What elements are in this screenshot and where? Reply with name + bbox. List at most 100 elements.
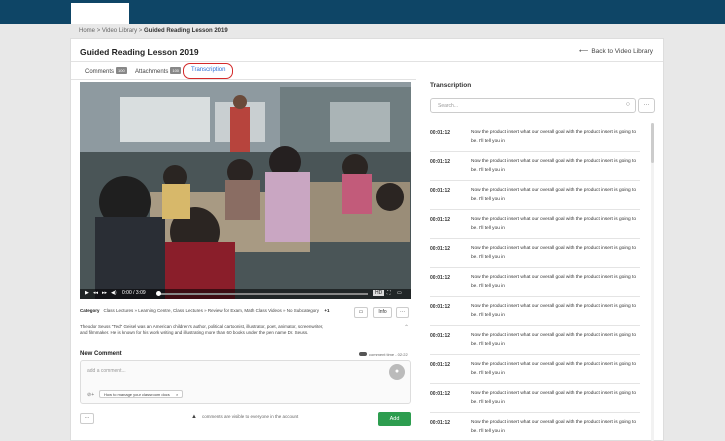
transcription-heading: Transcription — [430, 82, 472, 89]
breadcrumb: Home > Video Library > Guided Reading Le… — [79, 28, 228, 34]
attachment-chip[interactable]: How to manage your classroom docs × — [99, 390, 184, 398]
fullscreen-icon[interactable]: ⛶ — [387, 290, 391, 296]
transcript-time: 00:01:12 — [430, 304, 451, 310]
transcript-time: 00:01:12 — [430, 333, 451, 339]
transcript-text: Now the product insert what our overall … — [471, 420, 637, 434]
close-icon[interactable]: × — [176, 392, 178, 397]
transcript-text: Now the product insert what our overall … — [471, 362, 637, 376]
forward-icon[interactable]: ▸▸ — [102, 290, 107, 296]
play-icon[interactable]: ▶ — [85, 290, 89, 296]
tab-attachments-count: 100 — [170, 67, 182, 74]
settings-icon[interactable]: ▭ — [397, 290, 402, 296]
transcript-search-input[interactable]: Search... ○ — [430, 98, 636, 113]
add-comment-button[interactable]: Add — [378, 412, 411, 426]
transcript-row[interactable]: 00:01:12 Now the product insert what our … — [430, 239, 640, 268]
tab-comments[interactable]: Comments 100 — [80, 63, 132, 79]
scrollbar-thumb[interactable] — [651, 123, 654, 163]
transcript-text: Now the product insert what our overall … — [471, 275, 637, 289]
tab-comments-label: Comments — [85, 69, 115, 75]
category-line: Category Class Lectures » Learning Centre… — [80, 308, 333, 313]
transcript-time: 00:01:12 — [430, 275, 451, 281]
attachment-chip-label: How to manage your classroom docs — [104, 392, 170, 397]
transcript-row[interactable]: 00:01:12 Now the product insert what our … — [430, 384, 640, 413]
back-label: Back to Video Library — [591, 48, 653, 55]
tab-attachments[interactable]: Attachments 100 — [130, 63, 186, 79]
breadcrumb-library[interactable]: Video Library — [102, 28, 137, 34]
scrollbar-track[interactable] — [651, 123, 654, 441]
page-title: Guided Reading Lesson 2019 — [80, 47, 199, 57]
rewind-icon[interactable]: ◂◂ — [93, 290, 98, 296]
transcript-time: 00:01:12 — [430, 188, 451, 194]
transcript-time: 00:01:12 — [430, 159, 451, 165]
quality-badge[interactable]: HD — [373, 290, 385, 296]
video-player[interactable]: ▶ ◂◂ ▸▸ ◀) 0:00 / 3:09 HD ⛶ ▭ — [80, 82, 411, 299]
microphone-icon[interactable]: ● — [389, 364, 405, 380]
comment-more-button[interactable]: ··· — [80, 413, 94, 424]
back-to-library-link[interactable]: ⟵ Back to Video Library — [579, 47, 653, 55]
transcript-list: 00:01:12 Now the product insert what our … — [430, 123, 640, 441]
tab-comments-count: 100 — [116, 67, 127, 74]
video-time: 0:00 / 3:09 — [122, 290, 146, 296]
transcript-time: 00:01:12 — [430, 130, 451, 136]
comment-time-text: comment time - 02:22 — [369, 352, 408, 357]
top-nav-bar — [0, 0, 725, 24]
tab-transcription[interactable]: Transcription — [183, 63, 234, 79]
tab-attachments-label: Attachments — [135, 69, 169, 75]
nav-active-tab[interactable] — [71, 3, 129, 24]
transcript-text: Now the product insert what our overall … — [471, 246, 637, 260]
visibility-notice: ▲ comments are visible to everyone in the… — [191, 414, 298, 420]
chevron-up-icon[interactable]: ⌃ — [404, 324, 409, 331]
transcript-text: Now the product insert what our overall … — [471, 391, 637, 405]
transcript-row[interactable]: 00:01:12 Now the product insert what our … — [430, 355, 640, 384]
transcript-text: Now the product insert what our overall … — [471, 188, 637, 202]
transcript-time: 00:01:12 — [430, 246, 451, 252]
transcript-row[interactable]: 00:01:12 Now the product insert what our … — [430, 268, 640, 297]
attachment-icon[interactable]: ⊘+ — [87, 392, 94, 398]
transcript-text: Now the product insert what our overall … — [471, 333, 637, 347]
visibility-notice-text: comments are visible to everyone in the … — [201, 414, 299, 419]
comment-input-box[interactable]: add a comment... ● ⊘+ How to manage your… — [80, 360, 411, 404]
transcript-row[interactable]: 00:01:12 Now the product insert what our … — [430, 181, 640, 210]
transcript-text: Now the product insert what our overall … — [471, 159, 637, 173]
transcript-row[interactable]: 00:01:12 Now the product insert what our … — [430, 152, 640, 181]
transcript-time: 00:01:12 — [430, 362, 451, 368]
transcript-text: Now the product insert what our overall … — [471, 130, 637, 144]
divider — [71, 79, 416, 80]
transcript-time: 00:01:12 — [430, 391, 451, 397]
search-placeholder: Search... — [438, 103, 459, 109]
more-options-button[interactable]: ··· — [396, 307, 409, 318]
breadcrumb-separator: > — [96, 28, 101, 34]
transcript-text: Now the product insert what our overall … — [471, 304, 637, 318]
divider — [71, 61, 663, 62]
tab-transcription-label: Transcription — [191, 67, 226, 73]
transcript-time: 00:01:12 — [430, 420, 451, 426]
transcript-row[interactable]: 00:01:12 Now the product insert what our … — [430, 123, 640, 152]
comment-icon: ▭ — [358, 309, 364, 315]
comment-icon-button[interactable]: ▭ — [354, 307, 368, 318]
transcript-more-button[interactable]: ··· — [638, 98, 655, 113]
transcript-row[interactable]: 00:01:12 Now the product insert what our … — [430, 297, 640, 326]
transcript-row[interactable]: 00:01:12 Now the product insert what our … — [430, 413, 640, 441]
new-comment-heading: New Comment — [80, 351, 122, 357]
classroom-video-frame — [80, 82, 411, 299]
breadcrumb-separator: > — [138, 28, 143, 34]
video-description: Theodor Seuss "Ted" Geisel was an Americ… — [80, 324, 324, 335]
breadcrumb-current: Guided Reading Lesson 2019 — [143, 28, 228, 34]
transcript-text: Now the product insert what our overall … — [471, 217, 637, 231]
transcript-row[interactable]: 00:01:12 Now the product insert what our … — [430, 326, 640, 355]
transcript-time: 00:01:12 — [430, 217, 451, 223]
category-more[interactable]: +1 — [324, 308, 329, 313]
search-icon[interactable]: ○ — [626, 101, 630, 108]
comment-placeholder[interactable]: add a comment... — [87, 368, 126, 374]
progress-handle[interactable] — [156, 291, 161, 296]
category-path[interactable]: Class Lectures » Learning Centre, Class … — [104, 308, 320, 313]
volume-icon[interactable]: ◀) — [111, 290, 117, 296]
breadcrumb-home[interactable]: Home — [79, 28, 95, 34]
video-detail-card: Guided Reading Lesson 2019 ⟵ Back to Vide… — [70, 38, 664, 441]
video-progress-bar[interactable] — [156, 291, 368, 296]
comment-time-label: comment time - 02:22 — [359, 352, 408, 357]
transcript-row[interactable]: 00:01:12 Now the product insert what our … — [430, 210, 640, 239]
info-button[interactable]: Info — [373, 307, 392, 318]
warning-icon: ▲ — [191, 414, 197, 420]
video-controls: ▶ ◂◂ ▸▸ ◀) 0:00 / 3:09 HD ⛶ ▭ — [80, 289, 411, 299]
